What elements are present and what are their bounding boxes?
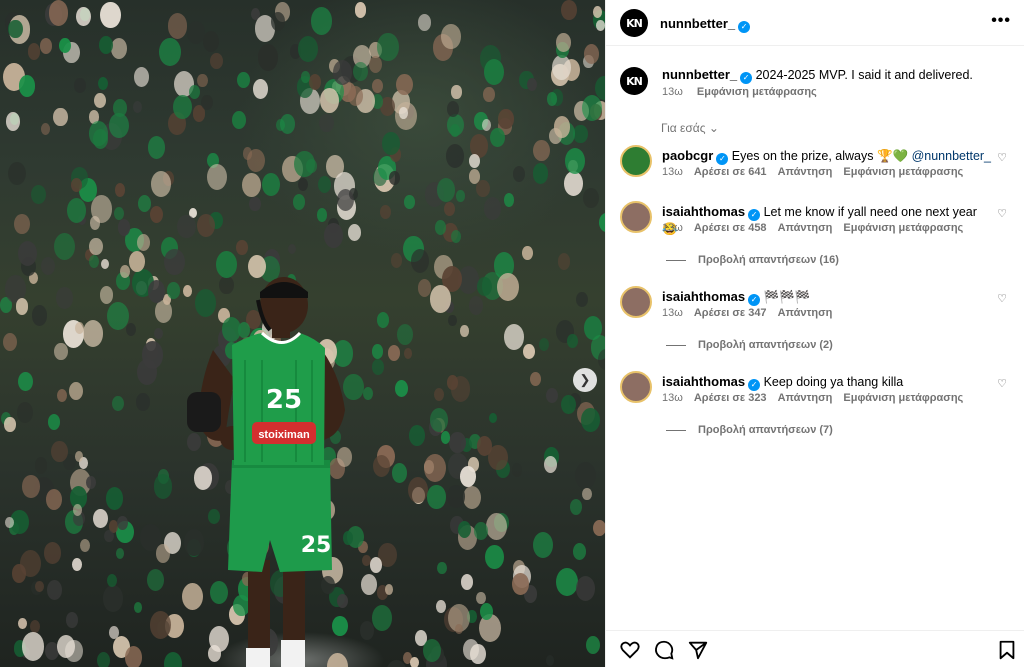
comment-age: 13ω [662, 307, 683, 319]
commenter-avatar[interactable] [620, 201, 652, 233]
comment-likes-count[interactable]: Αρέσει σε 641 [694, 166, 767, 178]
commenter-avatar[interactable] [620, 286, 652, 318]
heart-icon[interactable] [619, 639, 641, 661]
comment-like-heart-icon[interactable]: ♡ [997, 292, 1007, 305]
basketball-player-image: 25 stoiximan 25 [187, 277, 345, 667]
post-actions-bar [606, 630, 1024, 667]
commenter-avatar[interactable] [620, 371, 652, 403]
view-replies-button[interactable]: Προβολή απαντήσεων (2) [666, 339, 833, 351]
chevron-down-icon: ⌄ [708, 121, 719, 135]
comment-like-heart-icon[interactable]: ♡ [997, 207, 1007, 220]
see-translation-link[interactable]: Εμφάνιση μετάφρασης [843, 222, 963, 234]
sponsor-logo: stoiximan [258, 429, 310, 441]
see-translation-link[interactable]: Εμφάνιση μετάφρασης [843, 392, 963, 404]
jersey-number: 25 [266, 385, 302, 415]
commenter-username[interactable]: isaiahthomas [662, 289, 745, 304]
reply-button[interactable]: Απάντηση [778, 222, 833, 234]
replies-divider-line [666, 344, 686, 346]
post-header: KN nunnbetter_ ✓ ••• [606, 0, 1024, 46]
comment-text: 🏁🏁🏁 [760, 290, 811, 304]
author-username[interactable]: nunnbetter_ [660, 16, 735, 31]
view-replies-label: Προβολή απαντήσεων (2) [698, 339, 833, 351]
next-image-button[interactable]: ❯ [573, 368, 597, 392]
verified-badge-icon: ✓ [748, 294, 761, 306]
caption-text: 2024-2025 MVP. I said it and delivered. [755, 68, 973, 82]
post-side-panel: KN nunnbetter_ ✓ ••• KN nunnbetter_ ✓ 2024… [605, 0, 1024, 667]
filter-label: Για εσάς [661, 121, 706, 135]
comment-meta: 13ω Αρέσει σε 323 Απάντηση Εμφάνιση μετάφρα… [662, 392, 974, 404]
commenter-username[interactable]: isaiahthomas [662, 204, 745, 219]
more-options-icon[interactable]: ••• [991, 12, 1011, 30]
chevron-right-icon: ❯ [579, 372, 591, 387]
comment-text: Keep doing ya thang killa [760, 375, 904, 389]
comment-age: 13ω [662, 222, 683, 234]
comment-text: Eyes on the prize, always 🏆💚 [728, 149, 912, 163]
mention-link[interactable]: @nunnbetter_ [912, 149, 991, 163]
comment-filter-dropdown[interactable]: Για εσάς ⌄ [661, 121, 719, 135]
comment-likes-count[interactable]: Αρέσει σε 347 [694, 307, 767, 319]
bookmark-icon[interactable] [996, 639, 1018, 661]
share-icon[interactable] [687, 639, 709, 661]
view-replies-button[interactable]: Προβολή απαντήσεων (7) [666, 424, 833, 436]
view-replies-label: Προβολή απαντήσεων (7) [698, 424, 833, 436]
reply-button[interactable]: Απάντηση [778, 392, 833, 404]
comment-like-heart-icon[interactable]: ♡ [997, 151, 1007, 164]
see-translation-link[interactable]: Εμφάνιση μετάφρασης [843, 166, 963, 178]
comment-meta: 13ω Αρέσει σε 641 Απάντηση Εμφάνιση μετάφρα… [662, 166, 974, 178]
commenter-username[interactable]: isaiahthomas [662, 374, 745, 389]
replies-divider-line [666, 429, 686, 431]
verified-badge-icon: ✓ [740, 72, 753, 84]
verified-badge-icon: ✓ [748, 209, 761, 221]
reply-button[interactable]: Απάντηση [778, 166, 833, 178]
comment-age: 13ω [662, 392, 683, 404]
caption-username[interactable]: nunnbetter_ [662, 67, 737, 82]
caption-author-avatar[interactable]: KN [620, 67, 648, 95]
comment-likes-count[interactable]: Αρέσει σε 458 [694, 222, 767, 234]
svg-text:25: 25 [301, 533, 332, 558]
reply-button[interactable]: Απάντηση [778, 307, 833, 319]
view-replies-button[interactable]: Προβολή απαντήσεων (16) [666, 254, 839, 266]
replies-divider-line [666, 259, 686, 261]
see-translation-link[interactable]: Εμφάνιση μετάφρασης [697, 86, 817, 98]
comment-icon[interactable] [653, 639, 675, 661]
verified-badge-icon: ✓ [748, 379, 761, 391]
comment-likes-count[interactable]: Αρέσει σε 323 [694, 392, 767, 404]
verified-badge-icon: ✓ [716, 153, 729, 165]
commenter-username[interactable]: paobcgr [662, 148, 713, 163]
commenter-avatar[interactable] [620, 145, 652, 177]
verified-badge-icon: ✓ [738, 21, 751, 33]
comment-age: 13ω [662, 166, 683, 178]
post-photo: 25 stoiximan 25 ❯ [0, 0, 605, 667]
comment-meta: 13ω Αρέσει σε 458 Απάντηση Εμφάνιση μετάφρα… [662, 222, 974, 234]
author-avatar[interactable]: KN [620, 9, 648, 37]
comment-like-heart-icon[interactable]: ♡ [997, 377, 1007, 390]
comment-meta: 13ω Αρέσει σε 347 Απάντηση [662, 307, 843, 319]
caption-age: 13ω [662, 86, 683, 98]
view-replies-label: Προβολή απαντήσεων (16) [698, 254, 839, 266]
